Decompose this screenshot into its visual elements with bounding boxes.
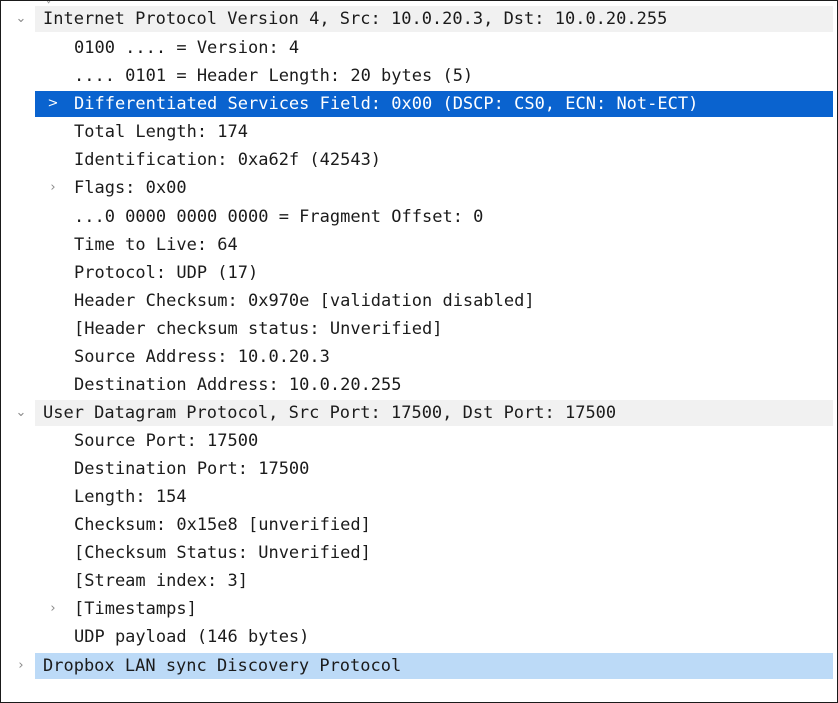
- tree-row-destination-port[interactable]: Destination Port: 17500: [1, 455, 837, 483]
- total-length-label: Total Length: 174: [74, 122, 248, 142]
- tree-row-length[interactable]: Length: 154: [1, 483, 837, 511]
- tree-row-fragment-offset[interactable]: ...0 0000 0000 0000 = Fragment Offset: 0: [1, 203, 837, 231]
- tree-row-header-checksum[interactable]: Header Checksum: 0x970e [validation disa…: [1, 287, 837, 315]
- chevron-right-icon[interactable]: ›: [45, 174, 61, 202]
- version-label: 0100 .... = Version: 4: [74, 38, 300, 58]
- tree-row-source-address[interactable]: Source Address: 10.0.20.3: [1, 343, 837, 371]
- source-address-label: Source Address: 10.0.20.3: [74, 347, 330, 367]
- udp-header-label: User Datagram Protocol, Src Port: 17500,…: [43, 403, 617, 423]
- udp-checksum-label: Checksum: 0x15e8 [unverified]: [74, 515, 371, 535]
- tree-row-dropbox[interactable]: › Dropbox LAN sync Discovery Protocol: [1, 652, 837, 680]
- ipv4-header-label: Internet Protocol Version 4, Src: 10.0.2…: [43, 9, 668, 29]
- tree-row-timestamps[interactable]: › [Timestamps]: [1, 595, 837, 623]
- tree-row-total-length[interactable]: Total Length: 174: [1, 118, 837, 146]
- tree-row-checksum-status[interactable]: [Header checksum status: Unverified]: [1, 315, 837, 343]
- identification-label: Identification: 0xa62f (42543): [74, 150, 382, 170]
- chevron-right-icon[interactable]: ›: [13, 652, 29, 680]
- tree-row-protocol[interactable]: Protocol: UDP (17): [1, 259, 837, 287]
- header-checksum-status-label: [Header checksum status: Unverified]: [74, 319, 443, 339]
- tree-row-udp-checksum[interactable]: Checksum: 0x15e8 [unverified]: [1, 511, 837, 539]
- tree-row-ipv4[interactable]: ⌄ Internet Protocol Version 4, Src: 10.0…: [1, 5, 837, 33]
- tree-row-stream-index[interactable]: [Stream index: 3]: [1, 567, 837, 595]
- tree-row-destination-address[interactable]: Destination Address: 10.0.20.255: [1, 371, 837, 399]
- header-length-label: .... 0101 = Header Length: 20 bytes (5): [74, 66, 474, 86]
- chevron-right-icon[interactable]: >: [45, 90, 61, 118]
- tree-row-flags[interactable]: › Flags: 0x00: [1, 174, 837, 202]
- tree-row-identification[interactable]: Identification: 0xa62f (42543): [1, 146, 837, 174]
- source-port-label: Source Port: 17500: [74, 431, 259, 451]
- udp-checksum-status-label: [Checksum Status: Unverified]: [74, 543, 371, 563]
- tree-row-dsfield[interactable]: > Differentiated Services Field: 0x00 (D…: [1, 90, 837, 118]
- tree-row-ttl[interactable]: Time to Live: 64: [1, 231, 837, 259]
- destination-address-label: Destination Address: 10.0.20.255: [74, 375, 402, 395]
- tree-row-source-port[interactable]: Source Port: 17500: [1, 427, 837, 455]
- timestamps-label: [Timestamps]: [74, 599, 197, 619]
- ttl-label: Time to Live: 64: [74, 235, 238, 255]
- tree-row-udp-payload[interactable]: UDP payload (146 bytes): [1, 623, 837, 651]
- dropbox-header-label: Dropbox LAN sync Discovery Protocol: [43, 656, 402, 676]
- destination-port-label: Destination Port: 17500: [74, 459, 310, 479]
- fragment-offset-label: ...0 0000 0000 0000 = Fragment Offset: 0: [74, 207, 484, 227]
- chevron-right-icon[interactable]: ›: [45, 595, 61, 623]
- packet-details-pane: ⌄ ⌄ Internet Protocol Version 4, Src: 10…: [0, 0, 838, 703]
- tree-row-version[interactable]: 0100 .... = Version: 4: [1, 34, 837, 62]
- tree-row-udp[interactable]: ⌄ User Datagram Protocol, Src Port: 1750…: [1, 399, 837, 427]
- protocol-label: Protocol: UDP (17): [74, 263, 259, 283]
- tree-row-udp-checksum-status[interactable]: [Checksum Status: Unverified]: [1, 539, 837, 567]
- tree-row-header-length[interactable]: .... 0101 = Header Length: 20 bytes (5): [1, 62, 837, 90]
- stream-index-label: [Stream index: 3]: [74, 571, 248, 591]
- flags-label: Flags: 0x00: [74, 178, 187, 198]
- udp-payload-label: UDP payload (146 bytes): [74, 627, 310, 647]
- dsfield-label: Differentiated Services Field: 0x00 (DSC…: [74, 94, 699, 114]
- chevron-down-icon[interactable]: ⌄: [13, 399, 29, 427]
- length-label: Length: 154: [74, 487, 187, 507]
- header-checksum-label: Header Checksum: 0x970e [validation disa…: [74, 291, 535, 311]
- chevron-down-icon[interactable]: ⌄: [13, 5, 29, 33]
